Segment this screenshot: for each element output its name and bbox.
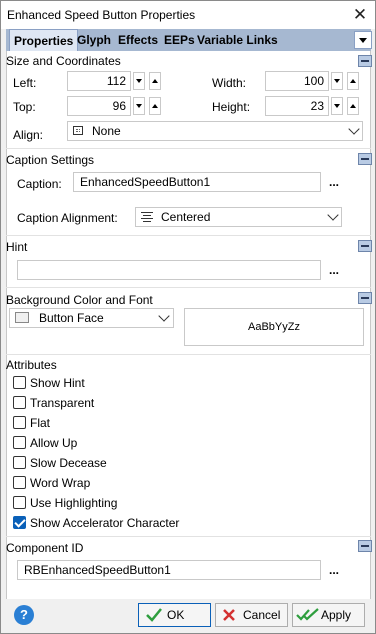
caption-alignment-value: Centered (161, 210, 211, 224)
caption-alignment-label: Caption Alignment: (17, 211, 118, 225)
cancel-label: Cancel (243, 608, 281, 622)
align-select[interactable]: None (67, 121, 363, 141)
divider (6, 235, 371, 236)
word-wrap-checkbox[interactable] (13, 476, 26, 489)
collapse-background-icon[interactable] (358, 292, 372, 304)
hint-input[interactable] (17, 260, 321, 280)
collapse-hint-icon[interactable] (358, 240, 372, 252)
close-icon[interactable]: ✕ (349, 4, 371, 26)
properties-dialog: Enhanced Speed Button Properties ✕ Prope… (0, 0, 376, 634)
width-increment-button[interactable] (347, 72, 359, 90)
component-section-header: Component ID (6, 541, 84, 555)
slow-decease-checkbox[interactable] (13, 456, 26, 469)
collapse-size-icon[interactable] (358, 55, 372, 67)
divider (6, 148, 371, 149)
caption-input[interactable]: EnhancedSpeedButton1 (73, 172, 321, 192)
checkmark-icon (146, 608, 162, 622)
width-label: Width: (212, 76, 247, 90)
slow-decease-label: Slow Decease (30, 456, 107, 470)
help-icon[interactable]: ? (14, 605, 34, 625)
collapse-caption-icon[interactable] (358, 153, 372, 165)
show-accelerator-character-label: Show Accelerator Character (30, 516, 180, 530)
tab-dropdown-button[interactable] (354, 31, 372, 49)
tab-bar: Properties Glyph Effects EEPs Variable L… (6, 29, 372, 51)
flat-checkbox[interactable] (13, 416, 26, 429)
caption-section-header: Caption Settings (6, 153, 95, 167)
caption-alignment-select[interactable]: Centered (135, 207, 342, 227)
tab-glyph[interactable]: Glyph (77, 29, 111, 51)
window-title: Enhanced Speed Button Properties (7, 8, 196, 22)
divider (6, 536, 371, 537)
show-hint-checkbox[interactable] (13, 376, 26, 389)
show-hint-label: Show Hint (30, 376, 85, 390)
background-color-value: Button Face (39, 311, 104, 325)
align-center-icon (141, 212, 153, 222)
height-decrement-button[interactable] (331, 97, 343, 115)
transparent-checkbox[interactable] (13, 396, 26, 409)
divider (6, 354, 371, 355)
left-increment-button[interactable] (149, 72, 161, 90)
tab-properties[interactable]: Properties (9, 29, 79, 51)
cancel-button[interactable]: Cancel (215, 603, 288, 627)
color-swatch-icon (15, 312, 29, 323)
tab-eeps[interactable]: EEPs (164, 29, 195, 51)
left-label: Left: (13, 76, 37, 90)
top-label: Top: (13, 100, 36, 114)
tab-effects[interactable]: Effects (118, 29, 158, 51)
use-highlighting-checkbox[interactable] (13, 496, 26, 509)
caption-label: Caption: (17, 177, 62, 191)
tab-variable-links[interactable]: Variable Links (197, 29, 278, 51)
height-input[interactable]: 23 (265, 96, 329, 116)
component-id-ellipsis-button[interactable]: ... (329, 563, 339, 577)
use-highlighting-label: Use Highlighting (30, 496, 118, 510)
apply-button[interactable]: Apply (292, 603, 365, 627)
top-input[interactable]: 96 (67, 96, 131, 116)
height-label: Height: (212, 100, 251, 114)
background-section-header: Background Color and Font (6, 293, 153, 307)
size-section-header: Size and Coordinates (6, 54, 121, 68)
align-none-icon (73, 126, 83, 135)
divider (6, 287, 371, 288)
ok-button[interactable]: OK (138, 603, 211, 627)
apply-label: Apply (321, 608, 352, 622)
top-decrement-button[interactable] (133, 97, 145, 115)
hint-section-header: Hint (6, 240, 28, 254)
height-increment-button[interactable] (347, 97, 359, 115)
font-preview-button[interactable]: AaBbYyZz (184, 308, 364, 346)
component-id-input[interactable]: RBEnhancedSpeedButton1 (17, 560, 321, 580)
show-accelerator-character-checkbox[interactable] (13, 516, 26, 529)
background-color-select[interactable]: Button Face (9, 308, 174, 328)
hint-ellipsis-button[interactable]: ... (329, 263, 339, 277)
left-decrement-button[interactable] (133, 72, 145, 90)
attributes-section-header: Attributes (6, 358, 57, 372)
title-bar: Enhanced Speed Button Properties ✕ (1, 1, 375, 29)
allow-up-checkbox[interactable] (13, 436, 26, 449)
flat-label: Flat (30, 416, 51, 430)
top-increment-button[interactable] (149, 97, 161, 115)
collapse-component-icon[interactable] (358, 540, 372, 552)
ok-label: OK (167, 608, 185, 622)
word-wrap-label: Word Wrap (30, 476, 91, 490)
double-checkmark-icon (296, 608, 319, 621)
left-input[interactable]: 112 (67, 71, 131, 91)
allow-up-label: Allow Up (30, 436, 78, 450)
align-label: Align: (13, 128, 44, 142)
width-decrement-button[interactable] (331, 72, 343, 90)
transparent-label: Transparent (30, 396, 95, 410)
cancel-x-icon (223, 609, 235, 621)
align-value: None (92, 124, 121, 138)
caption-ellipsis-button[interactable]: ... (329, 175, 339, 189)
width-input[interactable]: 100 (265, 71, 329, 91)
